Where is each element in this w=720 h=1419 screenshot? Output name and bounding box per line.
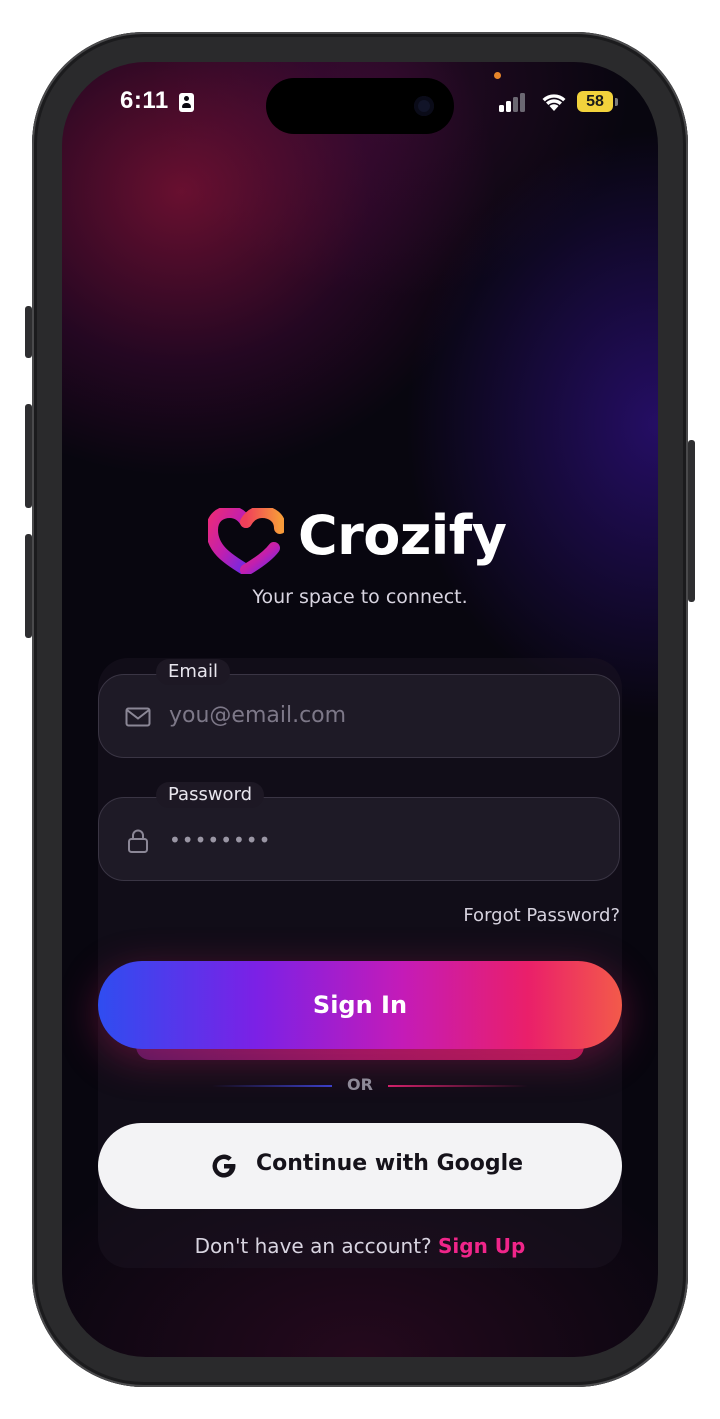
google-icon [212, 1154, 236, 1178]
signal-icon [499, 92, 529, 112]
privacy-indicator [494, 72, 501, 79]
battery-tip [615, 98, 618, 106]
brand-header: Crozify [62, 502, 658, 592]
password-field[interactable]: •••••••• [98, 797, 620, 881]
lock-icon [128, 829, 148, 853]
sign-in-button[interactable]: Sign In [98, 961, 622, 1049]
email-label: Email [156, 659, 230, 685]
battery-icon: 58 [577, 91, 613, 112]
signup-prompt: Don't have an account? [194, 1234, 432, 1258]
power-button [688, 440, 695, 602]
heart-c-logo-icon [208, 508, 284, 574]
password-label: Password [156, 782, 265, 808]
google-signin-button[interactable]: Continue with Google [98, 1123, 622, 1209]
or-separator: OR [347, 1075, 373, 1094]
google-button-label: Continue with Google [256, 1151, 524, 1176]
sign-up-link[interactable]: Sign Up [438, 1234, 525, 1258]
email-placeholder: you@email.com [169, 703, 347, 728]
wifi-icon [542, 94, 566, 111]
mail-icon [125, 707, 151, 727]
password-value: •••••••• [169, 828, 272, 852]
volume-up-button [25, 404, 32, 508]
email-field[interactable]: you@email.com [98, 674, 620, 758]
status-bar: 6:11 58 [62, 62, 658, 142]
signup-row: Don't have an account? Sign Up [62, 1234, 658, 1258]
dynamic-island [266, 78, 454, 134]
brand-name: Crozify [298, 504, 507, 567]
volume-down-button [25, 534, 32, 638]
action-button [25, 306, 32, 358]
divider-right [388, 1085, 528, 1087]
brand-tagline: Your space to connect. [252, 586, 468, 608]
camera-icon [414, 96, 434, 116]
forgot-password-link[interactable]: Forgot Password? [463, 905, 620, 926]
app-screen: 6:11 58 Crozify Your space to connect. E… [62, 62, 658, 1357]
divider-left [212, 1085, 332, 1087]
status-time: 6:11 [120, 87, 169, 114]
contact-card-icon [179, 93, 194, 112]
